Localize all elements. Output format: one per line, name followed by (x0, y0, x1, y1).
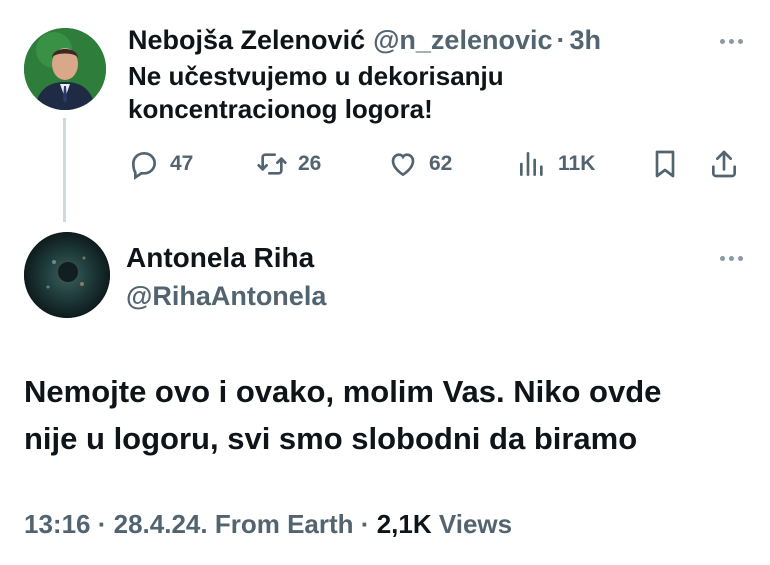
like-count: 62 (429, 152, 453, 175)
author-handle[interactable]: @RihaAntonela (126, 281, 326, 312)
separator: · (360, 509, 370, 539)
tweet-date[interactable]: 28.4.24. (114, 509, 208, 539)
avatar[interactable] (24, 232, 110, 318)
tweet-time[interactable]: 3h (569, 25, 601, 56)
reply-count: 47 (170, 152, 194, 175)
tweet2-text-line: nije u logoru, svi smo slobodni da biram… (24, 421, 638, 456)
views-count[interactable]: 2,1K (377, 509, 432, 539)
reply-icon (131, 151, 157, 180)
views-count: 11K (558, 152, 596, 175)
like-icon (391, 153, 415, 177)
share-button[interactable] (708, 146, 740, 182)
bookmark-button[interactable] (649, 146, 681, 182)
thread-line (63, 118, 66, 222)
author-name[interactable]: Antonela Riha (126, 242, 314, 274)
tweet2-text-line: Nemojte ovo i ovako, molim Vas. Niko ovd… (24, 374, 662, 409)
more-icon[interactable] (720, 39, 743, 44)
views-button[interactable]: 11K (516, 146, 595, 182)
views-icon (520, 152, 543, 176)
retweet-button[interactable]: 26 (256, 146, 321, 182)
retweet-icon (257, 153, 287, 175)
avatar[interactable] (24, 28, 106, 110)
views-label: Views (438, 509, 513, 539)
separator: · (556, 24, 566, 55)
author-name[interactable]: Nebojša Zelenović (128, 25, 365, 56)
like-button[interactable]: 62 (387, 146, 452, 182)
bookmark-icon (655, 150, 675, 178)
tweet2-text: Nemojte ovo i ovako, molim Vas. Niko ovd… (24, 368, 754, 462)
tweet-source: From Earth (214, 509, 354, 539)
tweet2-meta: 13:16 · 28.4.24. From Earth · 2,1K Views (24, 509, 512, 540)
tweet-time[interactable]: 13:16 (24, 509, 91, 539)
tweet1-actions: 47 26 62 11K (128, 146, 748, 182)
retweet-count: 26 (298, 152, 322, 175)
tweet1-text-line: Ne učestvujemo u dekorisanju (128, 61, 504, 91)
separator: · (97, 509, 107, 539)
reply-button[interactable]: 47 (128, 146, 193, 182)
tweet1-header: Nebojša Zelenović @n_zelenovic · 3h (128, 24, 601, 56)
share-icon (712, 150, 736, 178)
author-handle[interactable]: @n_zelenovic (373, 25, 552, 56)
more-icon[interactable] (720, 256, 743, 261)
tweet1-text-line: koncentracionog logora! (128, 94, 433, 124)
tweet1-text: Ne učestvujemo u dekorisanju koncentraci… (128, 60, 648, 126)
